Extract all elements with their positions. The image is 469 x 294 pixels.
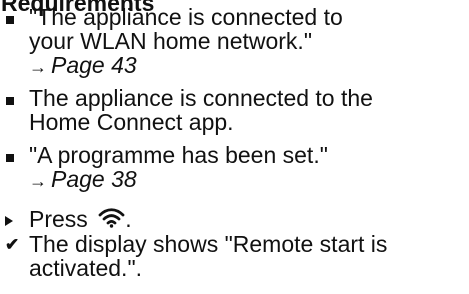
result-text: The display shows "Remote start is activ… bbox=[29, 232, 469, 280]
page-reference-text: Page 38 bbox=[51, 166, 137, 192]
page-reference-text: Page 43 bbox=[51, 52, 137, 78]
page-reference-arrow: → bbox=[29, 171, 47, 191]
requirement-line-1: The appliance is connected to the bbox=[29, 85, 373, 111]
requirement-text: The appliance is connected to the Home C… bbox=[29, 86, 469, 134]
page-reference-arrow: → bbox=[29, 57, 47, 77]
requirement-line-2: Home Connect app. bbox=[29, 109, 234, 135]
bullet-square bbox=[6, 154, 14, 162]
page-reference-link[interactable]: → Page 38 bbox=[29, 167, 469, 193]
result-line-1: The display shows "Remote start is bbox=[29, 231, 388, 257]
requirement-text: "A programme has been set." → Page 38 bbox=[29, 143, 469, 193]
bullet-square bbox=[6, 97, 14, 105]
action-step-marker bbox=[5, 216, 13, 226]
press-step-text: Press . bbox=[29, 207, 469, 231]
wifi-remote-start-icon bbox=[98, 208, 125, 228]
press-prefix: Press bbox=[29, 206, 88, 232]
page-reference-link[interactable]: → Page 43 bbox=[29, 53, 469, 79]
instruction-page: Requirements "The appliance is connected… bbox=[0, 0, 469, 294]
result-line-2: activated.". bbox=[29, 255, 143, 281]
bullet-square bbox=[6, 16, 14, 24]
requirement-text: "The appliance is connected to your WLAN… bbox=[29, 5, 469, 79]
press-suffix: . bbox=[125, 206, 132, 232]
requirement-line-1: "A programme has been set." bbox=[29, 142, 328, 168]
requirement-line-2: your WLAN home network." bbox=[29, 28, 312, 54]
result-check-icon: ✔ bbox=[5, 235, 20, 254]
requirement-line-1: "The appliance is connected to bbox=[29, 4, 343, 30]
